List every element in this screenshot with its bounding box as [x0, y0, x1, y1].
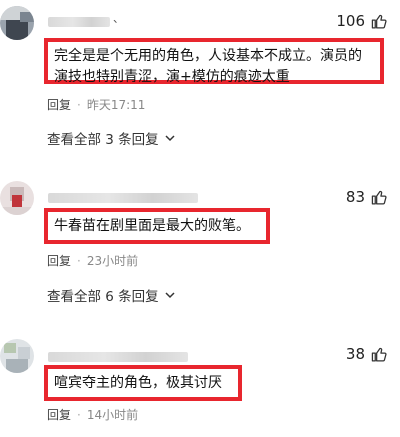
view-all-label: 查看全部 6 条回复	[47, 289, 159, 305]
view-all-label: 查看全部 3 条回复	[47, 132, 159, 148]
username-blurred	[48, 352, 188, 362]
like-button[interactable]: 83	[346, 188, 388, 206]
comment-text-highlighted: 完全是是个无用的角色，人设基本不成立。演员的演技也特别青涩，演+模仿的痕迹太重	[44, 38, 384, 85]
like-button[interactable]: 38	[346, 345, 388, 363]
thumbs-up-icon	[371, 190, 387, 205]
like-count: 106	[336, 12, 365, 30]
comment-text: 喧宾夺主的角色，极其讨厌	[54, 375, 222, 391]
comment-2: 83 牛春苗在剧里面是最大的败笔。 回复 · 23小时前 查看全部 6 条回复	[0, 175, 400, 305]
avatar[interactable]	[0, 181, 34, 215]
avatar[interactable]	[0, 339, 34, 373]
comment-meta: 回复 · 昨天17:11	[47, 96, 145, 113]
chevron-down-icon	[165, 292, 175, 299]
reply-button[interactable]: 回复	[47, 252, 71, 269]
like-count: 83	[345, 188, 365, 206]
username-suffix: 、	[113, 12, 124, 25]
like-button[interactable]: 106	[336, 12, 388, 30]
comment-meta: 回复 · 14小时前	[47, 406, 138, 423]
view-all-replies-link[interactable]: 查看全部 6 条回复	[47, 285, 175, 305]
separator-dot: ·	[77, 97, 81, 112]
reply-button[interactable]: 回复	[47, 406, 71, 423]
timestamp: 昨天17:11	[86, 98, 146, 112]
chevron-down-icon	[165, 135, 175, 142]
like-count: 38	[345, 345, 365, 363]
comment-1: 、 106 完全是是个无用的角色，人设基本不成立。演员的演技也特别青涩，演+模仿…	[0, 0, 400, 148]
comment-text-highlighted: 喧宾夺主的角色，极其讨厌	[44, 365, 242, 401]
timestamp: 14小时前	[86, 408, 139, 422]
separator-dot: ·	[77, 407, 81, 422]
thumbs-up-icon	[371, 14, 387, 29]
comment-text: 完全是是个无用的角色，人设基本不成立。演员的演技也特别青涩，演+模仿的痕迹太重	[54, 48, 362, 85]
view-all-replies-link[interactable]: 查看全部 3 条回复	[47, 128, 175, 148]
username-blurred	[48, 17, 110, 27]
timestamp: 23小时前	[86, 254, 139, 268]
reply-button[interactable]: 回复	[47, 96, 71, 113]
comment-3: 38 喧宾夺主的角色，极其讨厌 回复 · 14小时前	[0, 335, 400, 435]
avatar[interactable]	[0, 6, 34, 40]
comment-text: 牛春苗在剧里面是最大的败笔。	[54, 218, 250, 234]
username-blurred	[48, 193, 198, 203]
thumbs-up-icon	[371, 347, 387, 362]
comment-text-highlighted: 牛春苗在剧里面是最大的败笔。	[44, 208, 270, 244]
comment-meta: 回复 · 23小时前	[47, 252, 138, 269]
separator-dot: ·	[77, 253, 81, 268]
